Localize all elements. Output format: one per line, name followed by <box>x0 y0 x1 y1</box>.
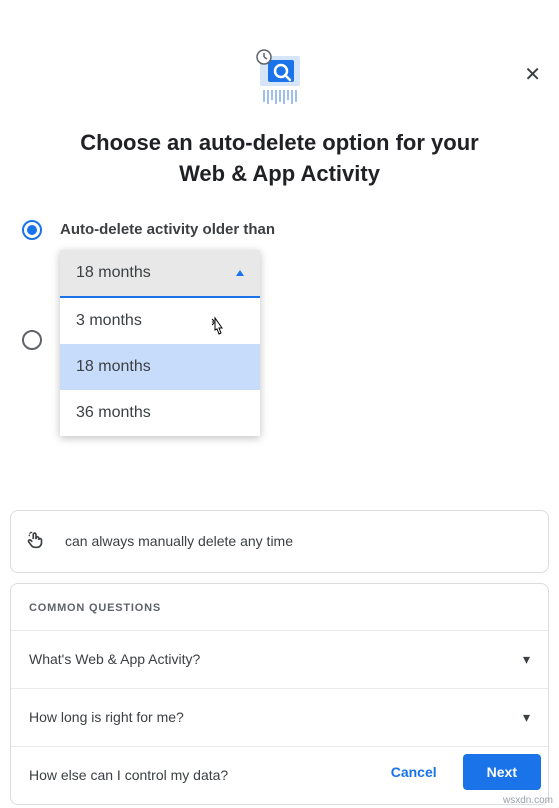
faq-header: COMMON QUESTIONS <box>11 596 548 630</box>
watermark: wsxdn.com <box>503 795 553 806</box>
radio-selected-icon <box>22 220 42 240</box>
faq-item-1[interactable]: How long is right for me? ▾ <box>11 688 548 746</box>
faq-item-label: How else can I control my data? <box>29 767 228 783</box>
chevron-down-icon: ▾ <box>523 709 530 726</box>
faq-item-label: What's Web & App Activity? <box>29 651 200 667</box>
dropdown-option-0[interactable]: 3 months <box>60 298 260 344</box>
radio-unselected-icon <box>22 330 42 350</box>
info-text: can always manually delete any time <box>65 533 293 549</box>
page-title: Choose an auto-delete option for your We… <box>0 128 559 190</box>
dropdown-selected-text: 18 months <box>76 264 151 282</box>
radio-option-auto-delete[interactable]: Auto-delete activity older than <box>22 220 537 240</box>
faq-item-0[interactable]: What's Web & App Activity? ▾ <box>11 630 548 688</box>
radio-label-auto-delete: Auto-delete activity older than <box>60 221 275 238</box>
cancel-button[interactable]: Cancel <box>383 754 445 790</box>
touch-icon <box>25 529 47 554</box>
footer-actions: Cancel Next <box>383 754 541 790</box>
next-button[interactable]: Next <box>463 754 541 790</box>
title-line-1: Choose an auto-delete option for your <box>80 130 478 155</box>
caret-up-icon <box>236 270 244 276</box>
dropdown-option-1[interactable]: 18 months <box>60 344 260 390</box>
chevron-down-icon: ▾ <box>523 651 530 668</box>
header-illustration <box>0 48 559 106</box>
duration-dropdown[interactable]: 18 months 3 months 18 months 36 months <box>60 250 260 436</box>
faq-item-label: How long is right for me? <box>29 709 184 725</box>
dropdown-selected[interactable]: 18 months <box>60 250 260 298</box>
dropdown-option-2[interactable]: 36 months <box>60 390 260 436</box>
close-icon[interactable]: ✕ <box>524 62 541 87</box>
info-card: can always manually delete any time <box>10 510 549 573</box>
title-line-2: Web & App Activity <box>179 161 380 186</box>
